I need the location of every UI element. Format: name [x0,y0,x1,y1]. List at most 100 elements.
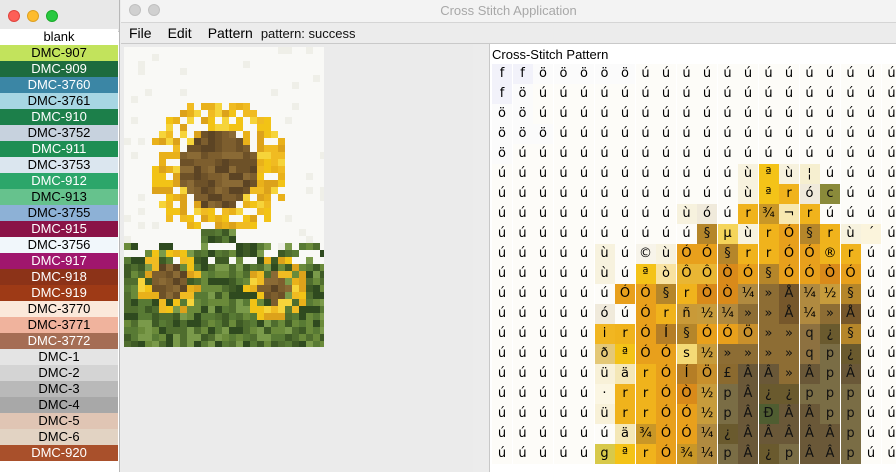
pattern-cell[interactable]: ú [615,244,635,264]
pattern-cell[interactable]: ú [574,164,594,184]
pattern-cell[interactable]: ú [861,244,881,264]
pattern-cell[interactable]: Ó [676,404,697,424]
pattern-cell[interactable]: p [840,424,861,444]
pattern-cell[interactable]: ú [758,104,779,124]
pattern-cell[interactable]: Â [799,424,820,444]
pattern-cell[interactable]: r [820,224,840,244]
pattern-cell[interactable]: ú [881,404,896,424]
pattern-cell[interactable]: ú [635,204,656,224]
pattern-cell[interactable]: Â [738,384,758,404]
pattern-cell[interactable]: § [717,244,738,264]
pattern-cell[interactable]: p [840,404,861,424]
pattern-cell[interactable]: ú [533,184,553,204]
pattern-cell[interactable]: Ó [697,244,717,264]
pattern-cell[interactable]: ú [717,144,738,164]
pattern-cell[interactable]: ú [553,144,574,164]
pattern-cell[interactable]: ú [799,84,820,104]
pattern-cell[interactable]: ú [553,384,574,404]
pattern-cell[interactable]: q [799,344,820,364]
pattern-cell[interactable]: ú [492,204,512,224]
pattern-cell[interactable]: f [512,64,533,84]
pattern-cell[interactable]: ú [881,64,896,84]
pattern-cell[interactable]: ú [512,344,533,364]
pattern-cell[interactable]: ú [533,404,553,424]
pattern-cell[interactable]: ú [512,324,533,344]
pattern-cell[interactable]: ú [594,84,615,104]
pattern-cell[interactable]: ú [861,104,881,124]
pattern-cell[interactable]: ú [799,64,820,84]
palette-swatch[interactable]: DMC-1 [0,349,118,365]
pattern-cell[interactable]: ú [881,124,896,144]
pattern-cell[interactable]: ú [615,184,635,204]
pattern-cell[interactable]: ú [553,244,574,264]
pattern-cell[interactable]: ú [533,104,553,124]
pattern-cell[interactable]: Ó [656,424,676,444]
pattern-cell[interactable]: § [676,324,697,344]
pattern-cell[interactable]: ú [758,64,779,84]
menu-file[interactable]: File [129,25,152,41]
pattern-cell[interactable]: ü [594,404,615,424]
pattern-cell[interactable]: ½ [697,304,717,324]
pattern-cell[interactable]: ä [615,364,635,384]
pattern-cell[interactable]: ú [553,84,574,104]
pattern-cell[interactable]: ú [615,264,635,284]
pattern-cell[interactable]: ú [553,304,574,324]
pattern-cell[interactable]: Ò [676,384,697,404]
pattern-cell[interactable]: Ó [697,324,717,344]
pattern-cell[interactable]: ú [861,284,881,304]
pattern-cell[interactable]: f [492,84,512,104]
pattern-cell[interactable]: ú [840,204,861,224]
pattern-cell[interactable]: Â [799,364,820,384]
pattern-cell[interactable]: Ò [820,264,840,284]
pattern-cell[interactable]: ú [881,384,896,404]
pattern-cell[interactable]: ú [738,124,758,144]
pattern-cell[interactable]: ¼ [697,424,717,444]
pattern-cell[interactable]: r [758,244,779,264]
pattern-cell[interactable]: ú [717,104,738,124]
pattern-cell[interactable]: Ó [799,264,820,284]
pattern-cell[interactable]: ú [697,64,717,84]
pattern-cell[interactable]: ½ [820,284,840,304]
pattern-cell[interactable]: ú [635,144,656,164]
pattern-cell[interactable]: ä [615,424,635,444]
pattern-cell[interactable]: ú [553,104,574,124]
pattern-cell[interactable]: ú [594,124,615,144]
pattern-cell[interactable]: § [840,284,861,304]
pattern-cell[interactable]: ú [861,324,881,344]
pattern-cell[interactable]: ª [758,164,779,184]
pattern-cell[interactable]: ú [861,204,881,224]
palette-swatch[interactable]: DMC-4 [0,397,118,413]
palette-swatch[interactable]: DMC-3761 [0,93,118,109]
pattern-cell[interactable]: ú [553,444,574,464]
pattern-cell[interactable]: ú [533,384,553,404]
pattern-cell[interactable]: ú [881,324,896,344]
pattern-cell[interactable]: ú [738,104,758,124]
palette-swatch[interactable]: DMC-913 [0,189,118,205]
pattern-cell[interactable]: Ô [676,264,697,284]
pattern-cell[interactable]: ú [574,124,594,144]
palette-swatch[interactable]: DMC-6 [0,429,118,445]
pattern-cell[interactable]: Ó [799,244,820,264]
pattern-cell[interactable]: ú [635,164,656,184]
pattern-cell[interactable]: ú [574,84,594,104]
pattern-cell[interactable]: Ó [635,304,656,324]
pattern-cell[interactable]: ú [861,164,881,184]
pattern-cell[interactable]: Ó [738,264,758,284]
pattern-cell[interactable]: ú [881,284,896,304]
pattern-cell[interactable]: ù [676,204,697,224]
pattern-cell[interactable]: ½ [697,384,717,404]
pattern-cell[interactable]: ù [594,264,615,284]
pattern-cell[interactable]: Â [820,424,840,444]
pattern-cell[interactable]: Ó [635,324,656,344]
pattern-cell[interactable]: ú [512,424,533,444]
pattern-cell[interactable]: ù [738,184,758,204]
pattern-cell[interactable]: ú [594,104,615,124]
pattern-cell[interactable]: Ò [717,284,738,304]
pattern-cell[interactable]: ú [758,144,779,164]
pattern-cell[interactable]: ú [553,204,574,224]
pattern-cell[interactable]: ú [512,164,533,184]
pattern-cell[interactable]: ú [512,244,533,264]
pattern-cell[interactable]: ú [881,244,896,264]
pattern-cell[interactable]: ú [492,224,512,244]
pattern-cell[interactable]: § [656,284,676,304]
